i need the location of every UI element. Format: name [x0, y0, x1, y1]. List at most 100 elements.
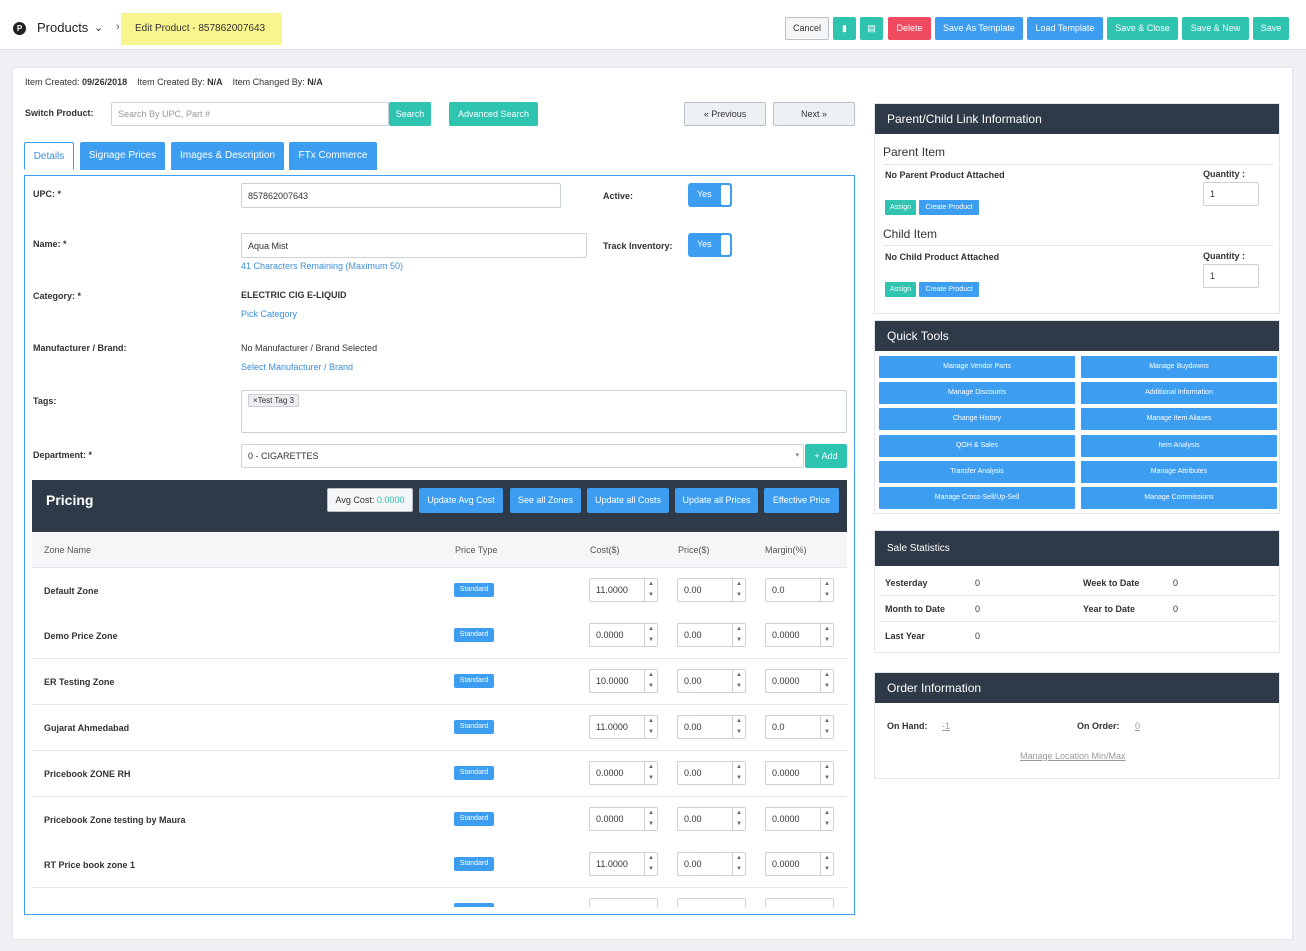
- on-hand-link[interactable]: -1: [942, 721, 950, 731]
- table-row: Gujarat Ahmedabad Standard 11.0000 ▲ ▼ 0.0…: [32, 705, 847, 751]
- price-input[interactable]: 0.00 ▲ ▼: [677, 807, 746, 831]
- spinner-icon[interactable]: ▲ ▼: [732, 624, 745, 646]
- manage-buydowns-button[interactable]: Manage Buydowns: [1081, 356, 1277, 378]
- save-close-button[interactable]: Save & Close: [1107, 17, 1178, 40]
- price-input[interactable]: 0.00 ▲ ▼: [677, 623, 746, 647]
- manage-location-min-max-link[interactable]: Manage Location Min/Max: [1020, 751, 1126, 761]
- margin-input[interactable]: 0.0 ▲ ▼: [765, 715, 834, 739]
- cost-input[interactable]: 10.0000 ▲ ▼: [589, 669, 658, 693]
- yesterday-label: Yesterday: [885, 578, 928, 588]
- quick-tools-panel: Quick Tools Manage Vendor Parts Manage B…: [874, 320, 1280, 514]
- price-type-badge: Standard: [454, 628, 494, 642]
- spinner-icon[interactable]: ▲ ▼: [644, 853, 657, 875]
- zone-name: Demo Price Zone: [44, 631, 118, 641]
- child-quantity-input[interactable]: 1: [1203, 264, 1259, 288]
- cost-input[interactable]: 11.0000 ▲ ▼: [589, 852, 658, 876]
- qoh-sales-button[interactable]: QOH & Sales: [879, 435, 1075, 457]
- margin-input[interactable]: 0.0000 ▲ ▼: [765, 807, 834, 831]
- spinner-icon[interactable]: ▲ ▼: [644, 670, 657, 692]
- cost-input[interactable]: 11.0000 ▲ ▼: [589, 715, 658, 739]
- save-button[interactable]: Save: [1253, 17, 1289, 40]
- sale-statistics-title: Sale Statistics: [875, 531, 1279, 566]
- margin-value: 0.0000: [772, 859, 800, 869]
- parent-quantity-input[interactable]: 1: [1203, 182, 1259, 206]
- on-order-link[interactable]: 0: [1135, 721, 1140, 731]
- tab-details[interactable]: Details: [24, 142, 74, 170]
- cost-value: 11.0000: [596, 585, 628, 595]
- price-input[interactable]: 0.00 ▲ ▼: [677, 669, 746, 693]
- change-history-button[interactable]: Change History: [879, 408, 1075, 430]
- table-row: ER Testing Zone Standard 10.0000 ▲ ▼ 0.00 ▲…: [32, 659, 847, 705]
- divider: [879, 595, 1277, 596]
- manage-attributes-button[interactable]: Manage Attributes: [1081, 461, 1277, 483]
- spinner-icon[interactable]: ▲ ▼: [732, 762, 745, 784]
- manage-vendor-parts-button[interactable]: Manage Vendor Parts: [879, 356, 1075, 378]
- spinner-icon[interactable]: ▲ ▼: [820, 670, 833, 692]
- delete-button[interactable]: Delete: [888, 17, 931, 40]
- zone-name: ER Testing Zone: [44, 677, 115, 687]
- spinner-icon[interactable]: ▲ ▼: [732, 670, 745, 692]
- margin-input[interactable]: 0.0 ▲ ▼: [765, 578, 834, 602]
- year-to-date-label: Year to Date: [1083, 604, 1136, 614]
- spinner-icon[interactable]: ▲ ▼: [732, 808, 745, 830]
- manage-cross-sell-button[interactable]: Manage Cross-Sell/Up-Sell: [879, 487, 1075, 509]
- spinner-icon[interactable]: ▲ ▼: [820, 579, 833, 601]
- parent-item-title: Parent Item: [883, 145, 946, 159]
- cost-input[interactable]: 0.0000 ▲ ▼: [589, 807, 658, 831]
- manage-commissions-button[interactable]: Manage Commissions: [1081, 487, 1277, 509]
- child-quantity-value: 1: [1210, 271, 1216, 281]
- child-status: No Child Product Attached: [885, 252, 1000, 262]
- zone-name: Pricebook ZONE RH: [44, 769, 131, 779]
- zone-name: Pricebook Zone testing by Maura: [44, 815, 186, 825]
- order-information-panel: Order Information On Hand: -1 On Order: …: [874, 672, 1280, 779]
- spinner-icon[interactable]: ▲ ▼: [644, 808, 657, 830]
- parent-assign-button[interactable]: Assign: [885, 200, 916, 215]
- cost-value: 0.0000: [596, 768, 624, 778]
- export-doc-button[interactable]: ▤: [860, 17, 883, 40]
- spinner-icon[interactable]: ▲ ▼: [644, 624, 657, 646]
- margin-value: 0.0000: [772, 630, 800, 640]
- spinner-icon[interactable]: ▲ ▼: [820, 762, 833, 784]
- price-input[interactable]: 0.00 ▲ ▼: [677, 715, 746, 739]
- spinner-icon[interactable]: ▲ ▼: [732, 579, 745, 601]
- spinner-icon[interactable]: ▲ ▼: [732, 716, 745, 738]
- manage-item-aliases-button[interactable]: Manage Item Aliases: [1081, 408, 1277, 430]
- transfer-analysis-button[interactable]: Transfer Analysis: [879, 461, 1075, 483]
- additional-information-button[interactable]: Additional Information: [1081, 382, 1277, 404]
- spinner-icon[interactable]: ▲ ▼: [732, 853, 745, 875]
- price-input[interactable]: 0.00 ▲ ▼: [677, 761, 746, 785]
- cost-input[interactable]: 11.0000 ▲ ▼: [589, 578, 658, 602]
- spinner-icon[interactable]: ▲ ▼: [820, 624, 833, 646]
- margin-input[interactable]: 0.0000 ▲ ▼: [765, 852, 834, 876]
- cost-input[interactable]: 0.0000 ▲ ▼: [589, 761, 658, 785]
- price-value: 0.00: [684, 814, 702, 824]
- margin-input[interactable]: 0.0000 ▲ ▼: [765, 623, 834, 647]
- load-template-button[interactable]: Load Template: [1027, 17, 1103, 40]
- cost-input[interactable]: [589, 898, 658, 907]
- spinner-icon[interactable]: ▲ ▼: [820, 716, 833, 738]
- spinner-icon[interactable]: ▲ ▼: [644, 579, 657, 601]
- spinner-icon[interactable]: ▲ ▼: [820, 853, 833, 875]
- child-assign-button[interactable]: Assign: [885, 282, 916, 297]
- margin-value: 0.0000: [772, 814, 800, 824]
- zone-name: RT Price book zone 1: [44, 860, 136, 870]
- parent-create-product-button[interactable]: Create Product: [919, 200, 979, 215]
- manage-discounts-button[interactable]: Manage Discounts: [879, 382, 1075, 404]
- spinner-icon[interactable]: ▲ ▼: [644, 716, 657, 738]
- year-to-date-value: 0: [1173, 604, 1179, 614]
- cost-value: 10.0000: [596, 676, 629, 686]
- save-new-button[interactable]: Save & New: [1182, 17, 1249, 40]
- price-input[interactable]: [677, 898, 746, 907]
- margin-input[interactable]: 0.0000 ▲ ▼: [765, 669, 834, 693]
- save-as-template-button[interactable]: Save As Template: [935, 17, 1023, 40]
- margin-input[interactable]: 0.0000 ▲ ▼: [765, 761, 834, 785]
- price-input[interactable]: 0.00 ▲ ▼: [677, 852, 746, 876]
- margin-input[interactable]: [765, 898, 834, 907]
- cost-input[interactable]: 0.0000 ▲ ▼: [589, 623, 658, 647]
- item-analysis-button[interactable]: Item Analysis: [1081, 435, 1277, 457]
- spinner-icon[interactable]: ▲ ▼: [820, 808, 833, 830]
- spinner-icon[interactable]: ▲ ▼: [644, 762, 657, 784]
- child-create-product-button[interactable]: Create Product: [919, 282, 979, 297]
- price-input[interactable]: 0.00 ▲ ▼: [677, 578, 746, 602]
- child-item-title: Child Item: [883, 227, 938, 241]
